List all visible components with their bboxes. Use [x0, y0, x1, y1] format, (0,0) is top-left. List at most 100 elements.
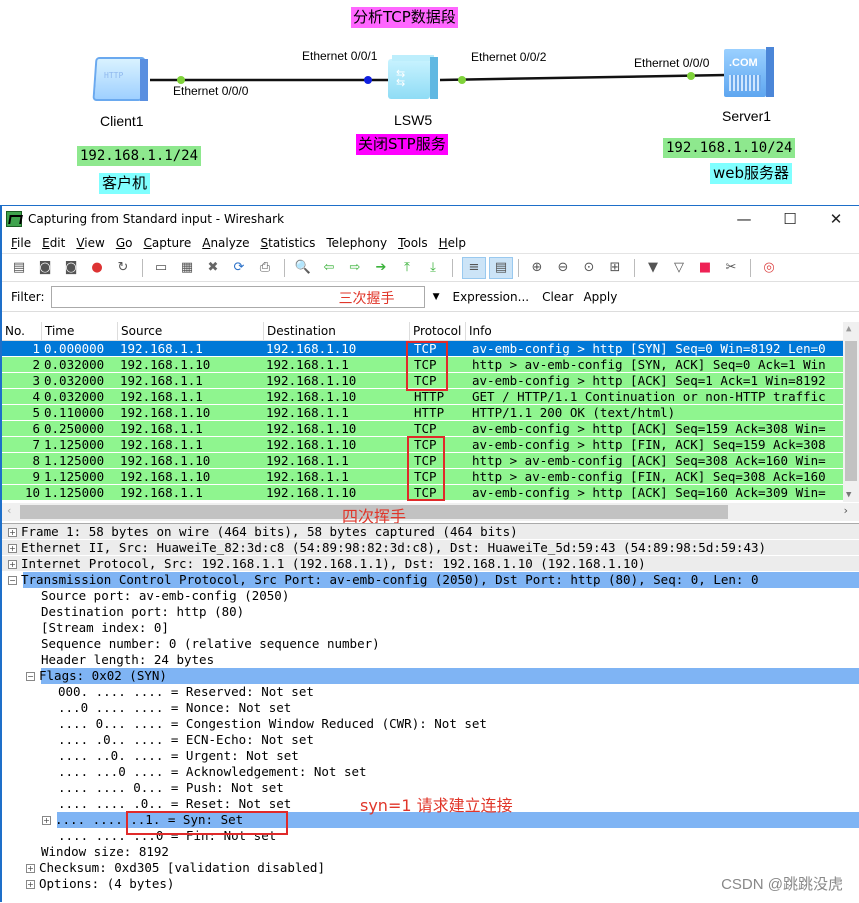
detail-row[interactable]: .... ...0 .... = Acknowledgement: Not se… [2, 764, 859, 780]
menu-help[interactable]: Help [439, 236, 466, 250]
expand-icon[interactable]: + [8, 560, 17, 569]
scroll-left-icon[interactable]: ‹ [6, 504, 13, 517]
zoom-out-icon[interactable]: ⊖ [554, 259, 572, 277]
detail-row[interactable]: Source port: av-emb-config (2050) [2, 588, 859, 604]
column-source[interactable]: Source [118, 321, 264, 341]
packet-no: 5 [32, 405, 40, 420]
options-capture-icon[interactable]: ● [88, 259, 106, 277]
print-icon[interactable]: ⎙ [256, 259, 274, 277]
help-icon[interactable]: ◎ [760, 259, 778, 277]
display-filters-icon[interactable]: ▽ [670, 259, 688, 277]
menu-view[interactable]: View [76, 236, 104, 250]
detail-row[interactable]: + Ethernet II, Src: HuaweiTe_82:3d:c8 (54… [2, 540, 859, 556]
close-button[interactable]: ✕ [813, 210, 859, 228]
preferences-icon[interactable]: ✂ [722, 259, 740, 277]
collapse-icon[interactable]: − [8, 576, 17, 585]
menu-go[interactable]: Go [116, 236, 133, 250]
detail-row[interactable]: Window size: 8192 [2, 844, 859, 860]
expand-icon[interactable]: + [8, 528, 17, 537]
column-time[interactable]: Time [42, 321, 118, 341]
minimize-button[interactable]: — [721, 210, 767, 228]
expand-icon[interactable]: + [42, 816, 51, 825]
port-dot-server [687, 72, 695, 80]
go-to-packet-icon[interactable]: ➔ [372, 259, 390, 277]
clear-button[interactable]: Clear [542, 290, 573, 304]
server-icon[interactable]: .COM [724, 45, 776, 99]
collapse-icon[interactable]: − [26, 672, 35, 681]
zoom-in-icon[interactable]: ⊕ [528, 259, 546, 277]
autoscroll-icon[interactable]: ▤ [489, 256, 513, 279]
packet-row[interactable]: 5 0.110000 192.168.1.10 192.168.1.1 HTTP HTTP… [2, 405, 859, 421]
colorize-icon[interactable]: ≡ [462, 256, 486, 279]
start-capture-icon[interactable]: ◙ [36, 259, 54, 277]
detail-row[interactable]: .... 0... .... = Congestion Window Reduc… [2, 716, 859, 732]
detail-text: .... .... 0... = Push: Not set [58, 780, 284, 795]
scroll-up-icon[interactable]: ▲ [846, 324, 851, 334]
expand-icon[interactable]: + [8, 544, 17, 553]
detail-row[interactable]: Sequence number: 0 (relative sequence nu… [2, 636, 859, 652]
vscroll-thumb[interactable] [845, 341, 857, 481]
detail-text: .... .0.. .... = ECN-Echo: Not set [58, 732, 314, 747]
menu-tools[interactable]: Tools [398, 236, 428, 250]
menu-telephony[interactable]: Telephony [326, 236, 387, 250]
packet-protocol: HTTP [414, 389, 445, 404]
column-protocol[interactable]: Protocol [410, 321, 466, 341]
detail-row[interactable]: ...0 .... .... = Nonce: Not set [2, 700, 859, 716]
detail-row[interactable]: Header length: 24 bytes [2, 652, 859, 668]
resize-columns-icon[interactable]: ⊞ [606, 259, 624, 277]
open-file-icon[interactable]: ▭ [152, 259, 170, 277]
go-forward-icon[interactable]: ⇨ [346, 259, 364, 277]
menu-analyze[interactable]: Analyze [202, 236, 249, 250]
filter-dropdown-icon[interactable]: ▼ [433, 292, 440, 302]
detail-text: Sequence number: 0 (relative sequence nu… [41, 636, 380, 651]
packet-list-vscrollbar[interactable]: ▲ ▼ [843, 322, 859, 502]
detail-row[interactable]: .... ..0. .... = Urgent: Not set [2, 748, 859, 764]
coloring-rules-icon[interactable]: ■ [696, 259, 714, 277]
apply-button[interactable]: Apply [583, 290, 617, 304]
expand-icon[interactable]: + [26, 880, 35, 889]
toolbar-separator [634, 258, 635, 277]
capture-filters-icon[interactable]: ▼ [644, 259, 662, 277]
detail-row[interactable]: [Stream index: 0] [2, 620, 859, 636]
detail-row[interactable]: 000. .... .... = Reserved: Not set [2, 684, 859, 700]
scroll-down-icon[interactable]: ▼ [846, 490, 851, 500]
switch-icon[interactable]: ⇆ ⇆ [388, 55, 440, 101]
packet-row[interactable]: 6 0.250000 192.168.1.1 192.168.1.10 TCP av-em… [2, 421, 859, 437]
detail-row[interactable]: + Frame 1: 58 bytes on wire (464 bits), 5… [2, 524, 859, 540]
maximize-button[interactable]: ☐ [767, 210, 813, 228]
reload-icon[interactable]: ⟳ [230, 259, 248, 277]
expand-icon[interactable]: + [26, 864, 35, 873]
close-file-icon[interactable]: ✖ [204, 259, 222, 277]
packet-row[interactable]: 4 0.032000 192.168.1.1 192.168.1.10 HTTP GET … [2, 389, 859, 405]
detail-row[interactable]: + Internet Protocol, Src: 192.168.1.1 (19… [2, 556, 859, 572]
detail-row[interactable]: − Transmission Control Protocol, Src Port… [2, 572, 859, 588]
packet-list-hscrollbar[interactable]: ‹ › [2, 503, 859, 521]
go-first-icon[interactable]: ⤒ [398, 259, 416, 277]
toolbar-separator [452, 258, 453, 277]
menu-capture[interactable]: Capture [143, 236, 191, 250]
zoom-normal-icon[interactable]: ⊙ [580, 259, 598, 277]
go-last-icon[interactable]: ⤓ [424, 259, 442, 277]
menu-file[interactable]: File [11, 236, 31, 250]
menu-statistics[interactable]: Statistics [261, 236, 316, 250]
detail-row[interactable]: Destination port: http (80) [2, 604, 859, 620]
detail-row[interactable]: − Flags: 0x02 (SYN) [2, 668, 859, 684]
find-packet-icon[interactable]: 🔍 [294, 259, 312, 277]
packet-destination: 192.168.1.10 [266, 485, 357, 500]
stop-capture-icon[interactable]: ◙ [62, 259, 80, 277]
save-file-icon[interactable]: ▦ [178, 259, 196, 277]
filter-input[interactable]: 三次握手 [50, 285, 425, 308]
menu-edit[interactable]: Edit [42, 236, 65, 250]
column-no[interactable]: No. [2, 321, 42, 341]
go-back-icon[interactable]: ⇦ [320, 259, 338, 277]
client-icon[interactable]: HTTP [92, 57, 150, 103]
scroll-right-icon[interactable]: › [842, 504, 849, 517]
interfaces-icon[interactable]: ▤ [10, 259, 28, 277]
column-destination[interactable]: Destination [264, 321, 410, 341]
main-toolbar: ▤ ◙ ◙ ● ↻ ▭ ▦ ✖ ⟳ ⎙ 🔍 ⇦ ⇨ ➔ ⤒ ⤓ ≡ ▤ ⊕ ⊖ ⊙ ⊞ ▼ ▽ ■ ✂ ◎ [2, 254, 859, 282]
expression-button[interactable]: Expression... [452, 290, 529, 304]
restart-capture-icon[interactable]: ↻ [114, 259, 132, 277]
column-info[interactable]: Info [466, 322, 859, 341]
detail-row[interactable]: .... .0.. .... = ECN-Echo: Not set [2, 732, 859, 748]
packet-info: av-emb-config > http [ACK] Seq=160 Ack=3… [472, 485, 826, 500]
